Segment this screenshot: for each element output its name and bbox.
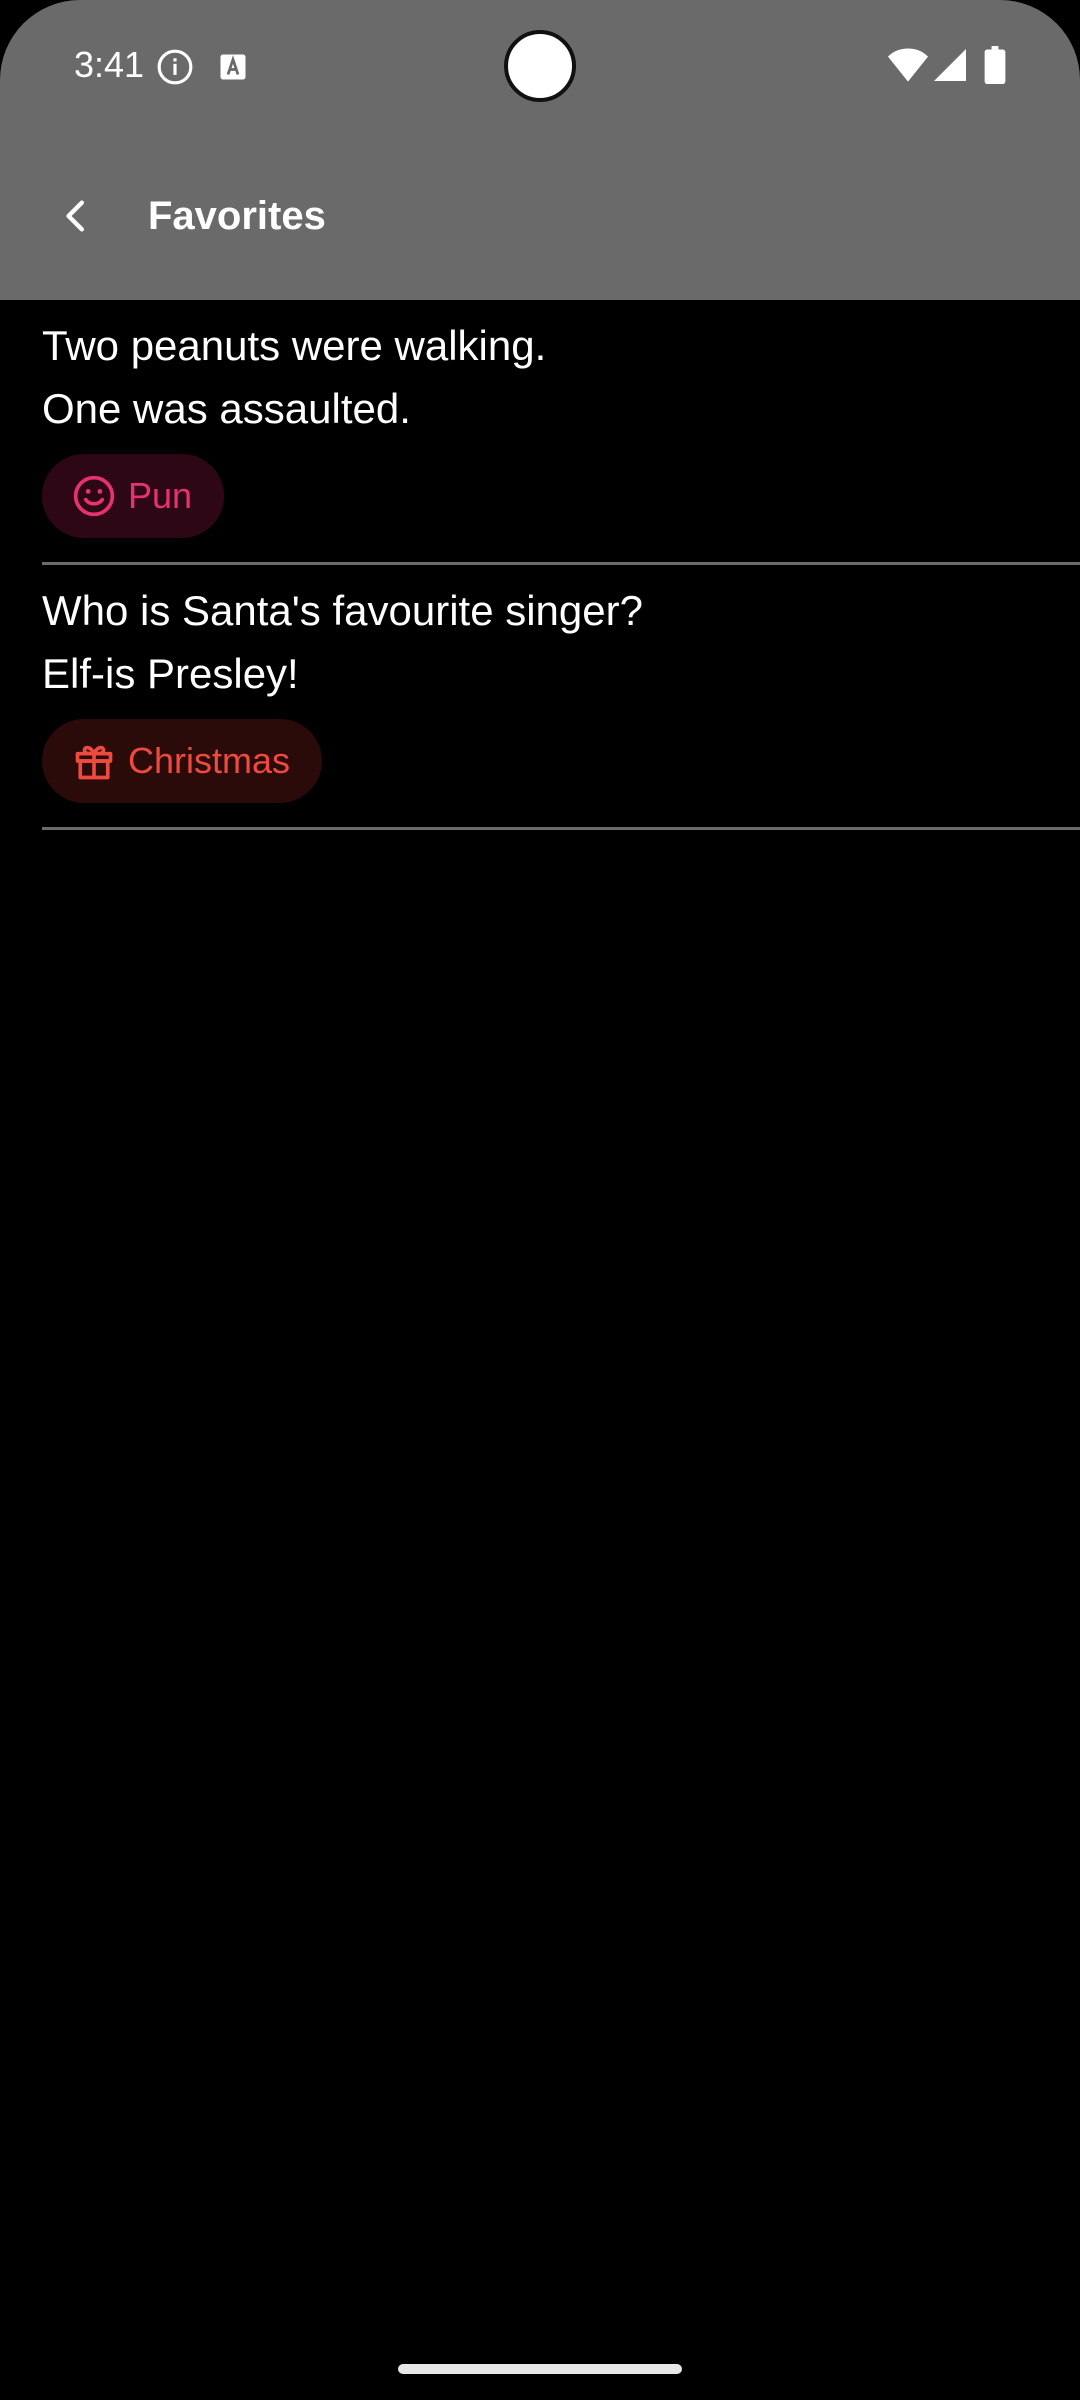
smiley-icon <box>72 474 116 518</box>
gift-icon <box>72 739 116 783</box>
app-bar: Favorites <box>0 160 1080 272</box>
status-time: 3:41 <box>74 44 145 85</box>
home-indicator[interactable] <box>398 2364 682 2374</box>
arrow-back-icon <box>56 196 96 236</box>
divider <box>42 827 1080 830</box>
status-bar: 3:41 <box>0 0 1080 130</box>
phone-screen: 3:41 Favorites Two peanuts were walking.… <box>0 0 1080 2400</box>
info-icon <box>156 48 194 91</box>
list-item[interactable]: Two peanuts were walking. One was assaul… <box>0 300 1080 565</box>
joke-text: Who is Santa's favourite singer? Elf-is … <box>42 587 643 697</box>
chip-label: Pun <box>128 475 193 516</box>
back-button[interactable] <box>40 180 112 252</box>
signal-icon <box>934 48 966 87</box>
category-chip-pun[interactable]: Pun <box>42 454 225 538</box>
favorites-list: Two peanuts were walking. One was assaul… <box>0 300 1080 830</box>
header: 3:41 Favorites <box>0 0 1080 300</box>
wifi-icon <box>888 48 928 87</box>
page-title: Favorites <box>148 194 326 238</box>
category-chip-christmas[interactable]: Christmas <box>42 719 323 803</box>
battery-icon <box>984 46 1006 89</box>
text-recognition-icon <box>218 52 248 87</box>
chip-label: Christmas <box>128 740 291 781</box>
joke-text: Two peanuts were walking. One was assaul… <box>42 322 547 432</box>
camera-cutout <box>504 30 576 102</box>
list-item[interactable]: Who is Santa's favourite singer? Elf-is … <box>0 565 1080 830</box>
